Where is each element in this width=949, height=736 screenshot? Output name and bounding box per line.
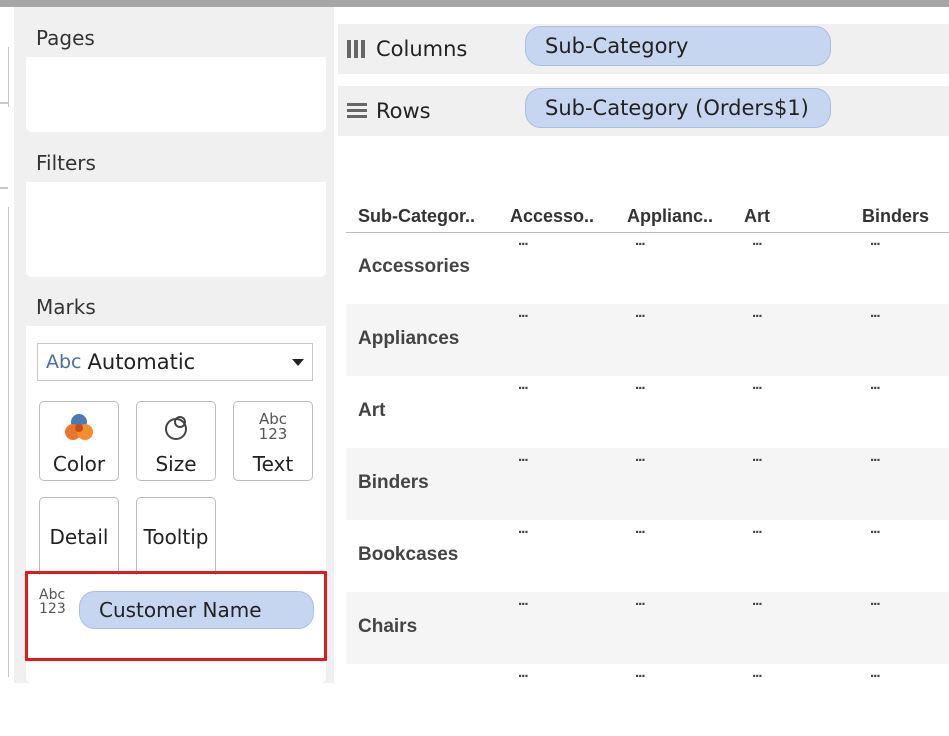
size-button[interactable]: Size [136, 401, 216, 481]
tooltip-button-label: Tooltip [143, 524, 209, 549]
table-cell[interactable]: ... [870, 448, 880, 465]
column-header-row: Sub-Categor.. Accesso.. Applianc.. Art B… [346, 206, 949, 232]
table-row: Appliances............ [346, 304, 949, 376]
rows-icon [346, 101, 368, 121]
column-header[interactable]: Art [744, 206, 770, 227]
table-cell[interactable]: ... [635, 520, 645, 537]
detail-button[interactable]: Detail [39, 497, 119, 575]
sub-category-row-pill[interactable]: Sub-Category (Orders$1) [525, 88, 831, 128]
table-cell[interactable]: ... [752, 304, 762, 321]
text-button[interactable]: Abc 123 Text [233, 401, 313, 481]
table-cell[interactable]: ... [870, 664, 880, 681]
table-row: Art............ [346, 376, 949, 448]
row-header[interactable]: Appliances [358, 328, 459, 350]
detail-button-label: Detail [49, 524, 109, 549]
mark-type-dropdown[interactable]: Abc Automatic [37, 343, 313, 381]
row-header[interactable]: Bookcases [358, 544, 458, 566]
pages-card-title: Pages [26, 22, 326, 57]
divider [8, 207, 9, 677]
row-header[interactable]: Binders [358, 472, 429, 494]
filters-card-title: Filters [26, 147, 326, 182]
table-cell[interactable]: ... [752, 664, 762, 681]
row-header-title[interactable]: Sub-Categor.. [358, 206, 475, 227]
table-cell[interactable]: ... [870, 520, 880, 537]
view-area: Sub-Categor.. Accesso.. Applianc.. Art B… [338, 142, 949, 683]
table-cell[interactable]: ... [752, 376, 762, 393]
color-button[interactable]: Color [39, 401, 119, 481]
sub-category-column-pill-label: Sub-Category [545, 34, 689, 58]
divider [8, 47, 9, 107]
table-row: Chairs............ [346, 592, 949, 664]
size-icon [159, 402, 193, 452]
marks-card: Marks Abc Automatic Color Size Abc 123 T… [25, 291, 327, 683]
table-row: Binders............ [346, 448, 949, 520]
column-header[interactable]: Binders [862, 206, 929, 227]
table-cell[interactable]: ... [518, 520, 528, 537]
rows-shelf-label-area: Rows [346, 86, 526, 136]
table-cell[interactable]: ... [518, 448, 528, 465]
table-row: Bookcases............ [346, 520, 949, 592]
divider-tick [0, 102, 8, 104]
tooltip-button[interactable]: Tooltip [136, 497, 216, 575]
size-button-label: Size [155, 452, 197, 476]
table-cell[interactable]: ... [635, 232, 645, 249]
table-cell[interactable]: ... [635, 664, 645, 681]
chevron-down-icon[interactable] [292, 359, 304, 366]
table-cell[interactable]: ... [870, 232, 880, 249]
column-header[interactable]: Accesso.. [510, 206, 594, 227]
table-cell[interactable]: ... [752, 520, 762, 537]
table-cell[interactable]: ... [635, 376, 645, 393]
table-cell[interactable]: ... [518, 304, 528, 321]
divider-tick [0, 187, 8, 189]
table-cell[interactable]: ... [752, 232, 762, 249]
pages-card[interactable]: Pages [26, 22, 326, 132]
window-top-border [0, 0, 949, 7]
columns-shelf-label-area: Columns [346, 24, 526, 74]
columns-shelf[interactable]: Columns Sub-Category [338, 24, 949, 74]
text-icon: Abc 123 [259, 402, 288, 452]
table-cell[interactable]: ... [752, 592, 762, 609]
color-button-label: Color [52, 452, 106, 476]
sub-category-column-pill[interactable]: Sub-Category [525, 26, 831, 66]
mark-type-value: Automatic [87, 350, 196, 374]
text-button-label: Text [252, 452, 294, 476]
table-cell[interactable]: ... [635, 304, 645, 321]
table-cell[interactable]: ... [870, 592, 880, 609]
color-icon [62, 402, 96, 452]
abc-icon: Abc [46, 351, 82, 373]
table-row: ............ [346, 664, 949, 736]
table-cell[interactable]: ... [635, 448, 645, 465]
table-cell[interactable]: ... [870, 304, 880, 321]
table-cell[interactable]: ... [518, 232, 528, 249]
sub-category-row-pill-label: Sub-Category (Orders$1) [545, 96, 809, 120]
table-cell[interactable]: ... [518, 376, 528, 393]
row-header[interactable]: Chairs [358, 616, 417, 638]
highlight-box [25, 571, 327, 661]
column-header[interactable]: Applianc.. [627, 206, 713, 227]
marks-card-title: Marks [26, 291, 326, 326]
row-header[interactable]: Accessories [358, 256, 470, 278]
left-edge-strip [0, 7, 14, 683]
row-header[interactable]: Art [358, 400, 385, 422]
columns-icon [346, 39, 368, 59]
text-icon-123: 123 [258, 425, 288, 443]
table-cell[interactable]: ... [870, 376, 880, 393]
table-cell[interactable]: ... [518, 664, 528, 681]
table-cell[interactable]: ... [752, 448, 762, 465]
rows-shelf[interactable]: Rows Sub-Category (Orders$1) [338, 86, 949, 136]
left-pane: Pages Filters Marks Abc Automatic Color [14, 7, 334, 683]
table-row: Accessories............ [346, 232, 949, 304]
rows-shelf-label: Rows [376, 99, 431, 123]
columns-shelf-label: Columns [376, 37, 468, 61]
table-cell[interactable]: ... [635, 592, 645, 609]
filters-card[interactable]: Filters [26, 147, 326, 277]
table-cell[interactable]: ... [518, 592, 528, 609]
